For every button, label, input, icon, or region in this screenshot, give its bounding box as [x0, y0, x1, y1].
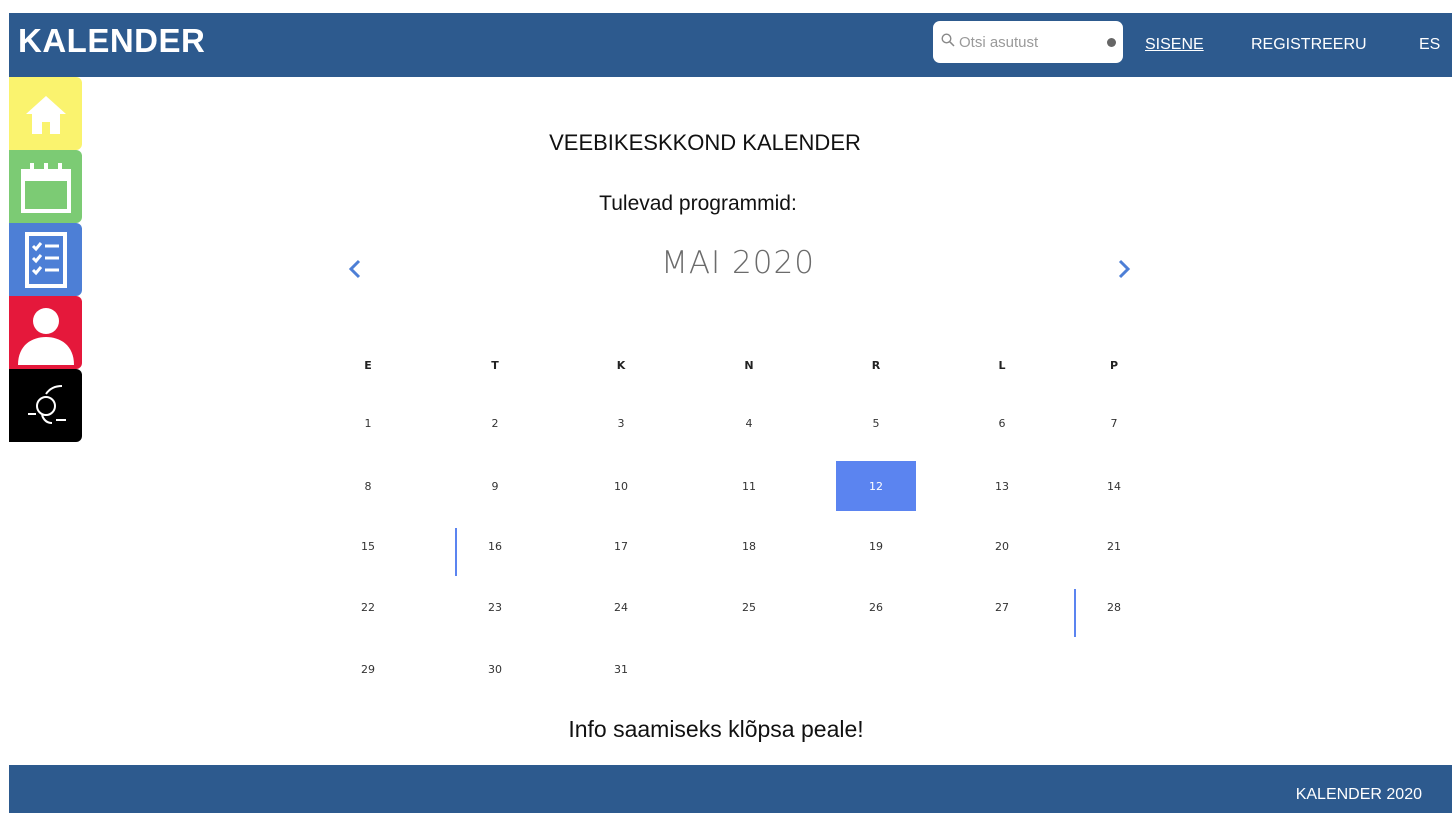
info-text: Info saamiseks klõpsa peale!	[568, 716, 864, 742]
calendar-day[interactable]: 25	[709, 582, 789, 632]
clear-search-icon[interactable]	[1107, 38, 1116, 47]
calendar-day-selected[interactable]: 12	[836, 461, 916, 511]
weekday-header: N	[744, 358, 754, 372]
calendar-day[interactable]: 9	[455, 461, 535, 511]
weekday-header: R	[871, 358, 881, 372]
brand-logo-icon	[27, 384, 66, 424]
calendar-day[interactable]: 13	[962, 461, 1042, 511]
calendar-day[interactable]: 17	[581, 521, 661, 571]
event-marker	[455, 528, 457, 576]
footer: KALENDER 2020	[9, 765, 1452, 813]
register-link[interactable]: REGISTREERU	[1251, 36, 1367, 54]
weekday-header: K	[616, 358, 626, 372]
calendar-day[interactable]: 15	[328, 521, 408, 571]
calendar-day[interactable]: 19	[836, 521, 916, 571]
calendar-day[interactable]: 26	[836, 582, 916, 632]
calendar-day[interactable]: 31	[581, 644, 661, 694]
calendar-day[interactable]: 16	[455, 521, 535, 571]
site-logo[interactable]: KALENDER	[18, 22, 205, 60]
chevron-right-icon[interactable]	[1114, 258, 1134, 280]
calendar-day[interactable]: 2	[455, 398, 535, 448]
login-link[interactable]: SISENE	[1145, 36, 1204, 54]
calendar-day[interactable]: 5	[836, 398, 916, 448]
calendar-day[interactable]: 22	[328, 582, 408, 632]
sidebar-item-brand[interactable]	[9, 369, 82, 442]
calendar-day[interactable]: 7	[1074, 398, 1154, 448]
weekday-header: L	[998, 358, 1006, 372]
page-title: VEEBIKESKKOND KALENDER	[549, 130, 861, 155]
language-switch[interactable]: ES	[1419, 36, 1440, 54]
event-marker	[1074, 589, 1076, 637]
top-bar: KALENDER SISENE REGISTREERU ES	[9, 13, 1452, 77]
calendar-day[interactable]: 29	[328, 644, 408, 694]
footer-text: KALENDER 2020	[1295, 786, 1422, 803]
month-label: MAI 2020	[661, 245, 815, 281]
calendar-day[interactable]: 23	[455, 582, 535, 632]
calendar-day[interactable]: 28	[1074, 582, 1154, 632]
calendar-day[interactable]: 27	[962, 582, 1042, 632]
calendar-day[interactable]: 14	[1074, 461, 1154, 511]
calendar-day[interactable]: 24	[581, 582, 661, 632]
calendar-day[interactable]: 3	[581, 398, 661, 448]
calendar-day[interactable]: 1	[328, 398, 408, 448]
weekday-header: P	[1109, 358, 1119, 372]
calendar-day[interactable]: 18	[709, 521, 789, 571]
search-input[interactable]	[959, 29, 1099, 55]
weekday-header: T	[491, 358, 499, 372]
sidebar-item-profile[interactable]	[9, 296, 82, 369]
calendar-day[interactable]: 8	[328, 461, 408, 511]
calendar-day[interactable]: 6	[962, 398, 1042, 448]
calendar-day[interactable]: 30	[455, 644, 535, 694]
calendar-day[interactable]: 11	[709, 461, 789, 511]
search-icon	[941, 33, 955, 47]
weekday-header: E	[364, 358, 372, 372]
calendar-day[interactable]: 4	[709, 398, 789, 448]
user-icon	[17, 307, 74, 365]
calendar-day[interactable]: 10	[581, 461, 661, 511]
page-subtitle: Tulevad programmid:	[599, 192, 797, 215]
search-box[interactable]	[933, 21, 1123, 63]
calendar-day[interactable]: 21	[1074, 521, 1154, 571]
calendar-day[interactable]: 20	[962, 521, 1042, 571]
